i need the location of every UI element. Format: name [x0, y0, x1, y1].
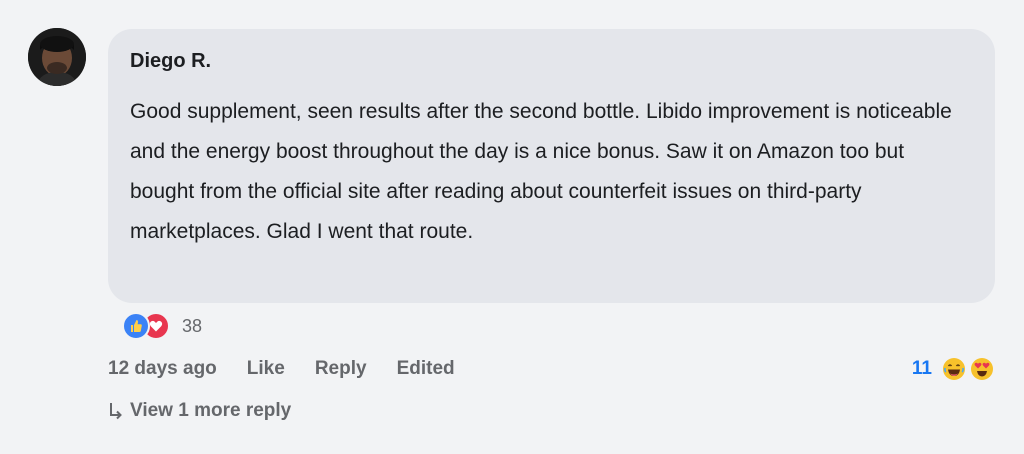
reply-button[interactable]: Reply — [315, 358, 367, 380]
reply-reaction-count: 11 — [911, 358, 932, 379]
reply-reaction-summary[interactable]: 11 — [912, 355, 994, 383]
avatar-photo — [28, 28, 86, 86]
reply-arrow-icon — [110, 403, 122, 420]
view-more-replies-label: View 1 more reply — [130, 400, 292, 421]
view-more-replies-button[interactable]: View 1 more reply — [108, 398, 291, 424]
timestamp[interactable]: 12 days ago — [108, 358, 217, 380]
like-button[interactable]: Like — [247, 358, 285, 380]
avatar[interactable] — [28, 28, 86, 86]
reaction-summary[interactable]: 38 — [122, 312, 203, 340]
heart-eyes-emoji-icon — [971, 358, 993, 380]
edited-label[interactable]: Edited — [397, 358, 455, 380]
comment-bubble: Diego R. Good supplement, seen results a… — [108, 29, 995, 303]
thumbs-up-icon — [122, 312, 150, 340]
comment-text: Good supplement, seen results after the … — [130, 100, 952, 243]
reaction-count: 38 — [182, 315, 203, 336]
comment-author[interactable]: Diego R. — [130, 48, 973, 74]
laughing-emoji-icon — [943, 358, 965, 380]
comment-actions: 12 days ago Like Reply Edited — [108, 356, 485, 382]
